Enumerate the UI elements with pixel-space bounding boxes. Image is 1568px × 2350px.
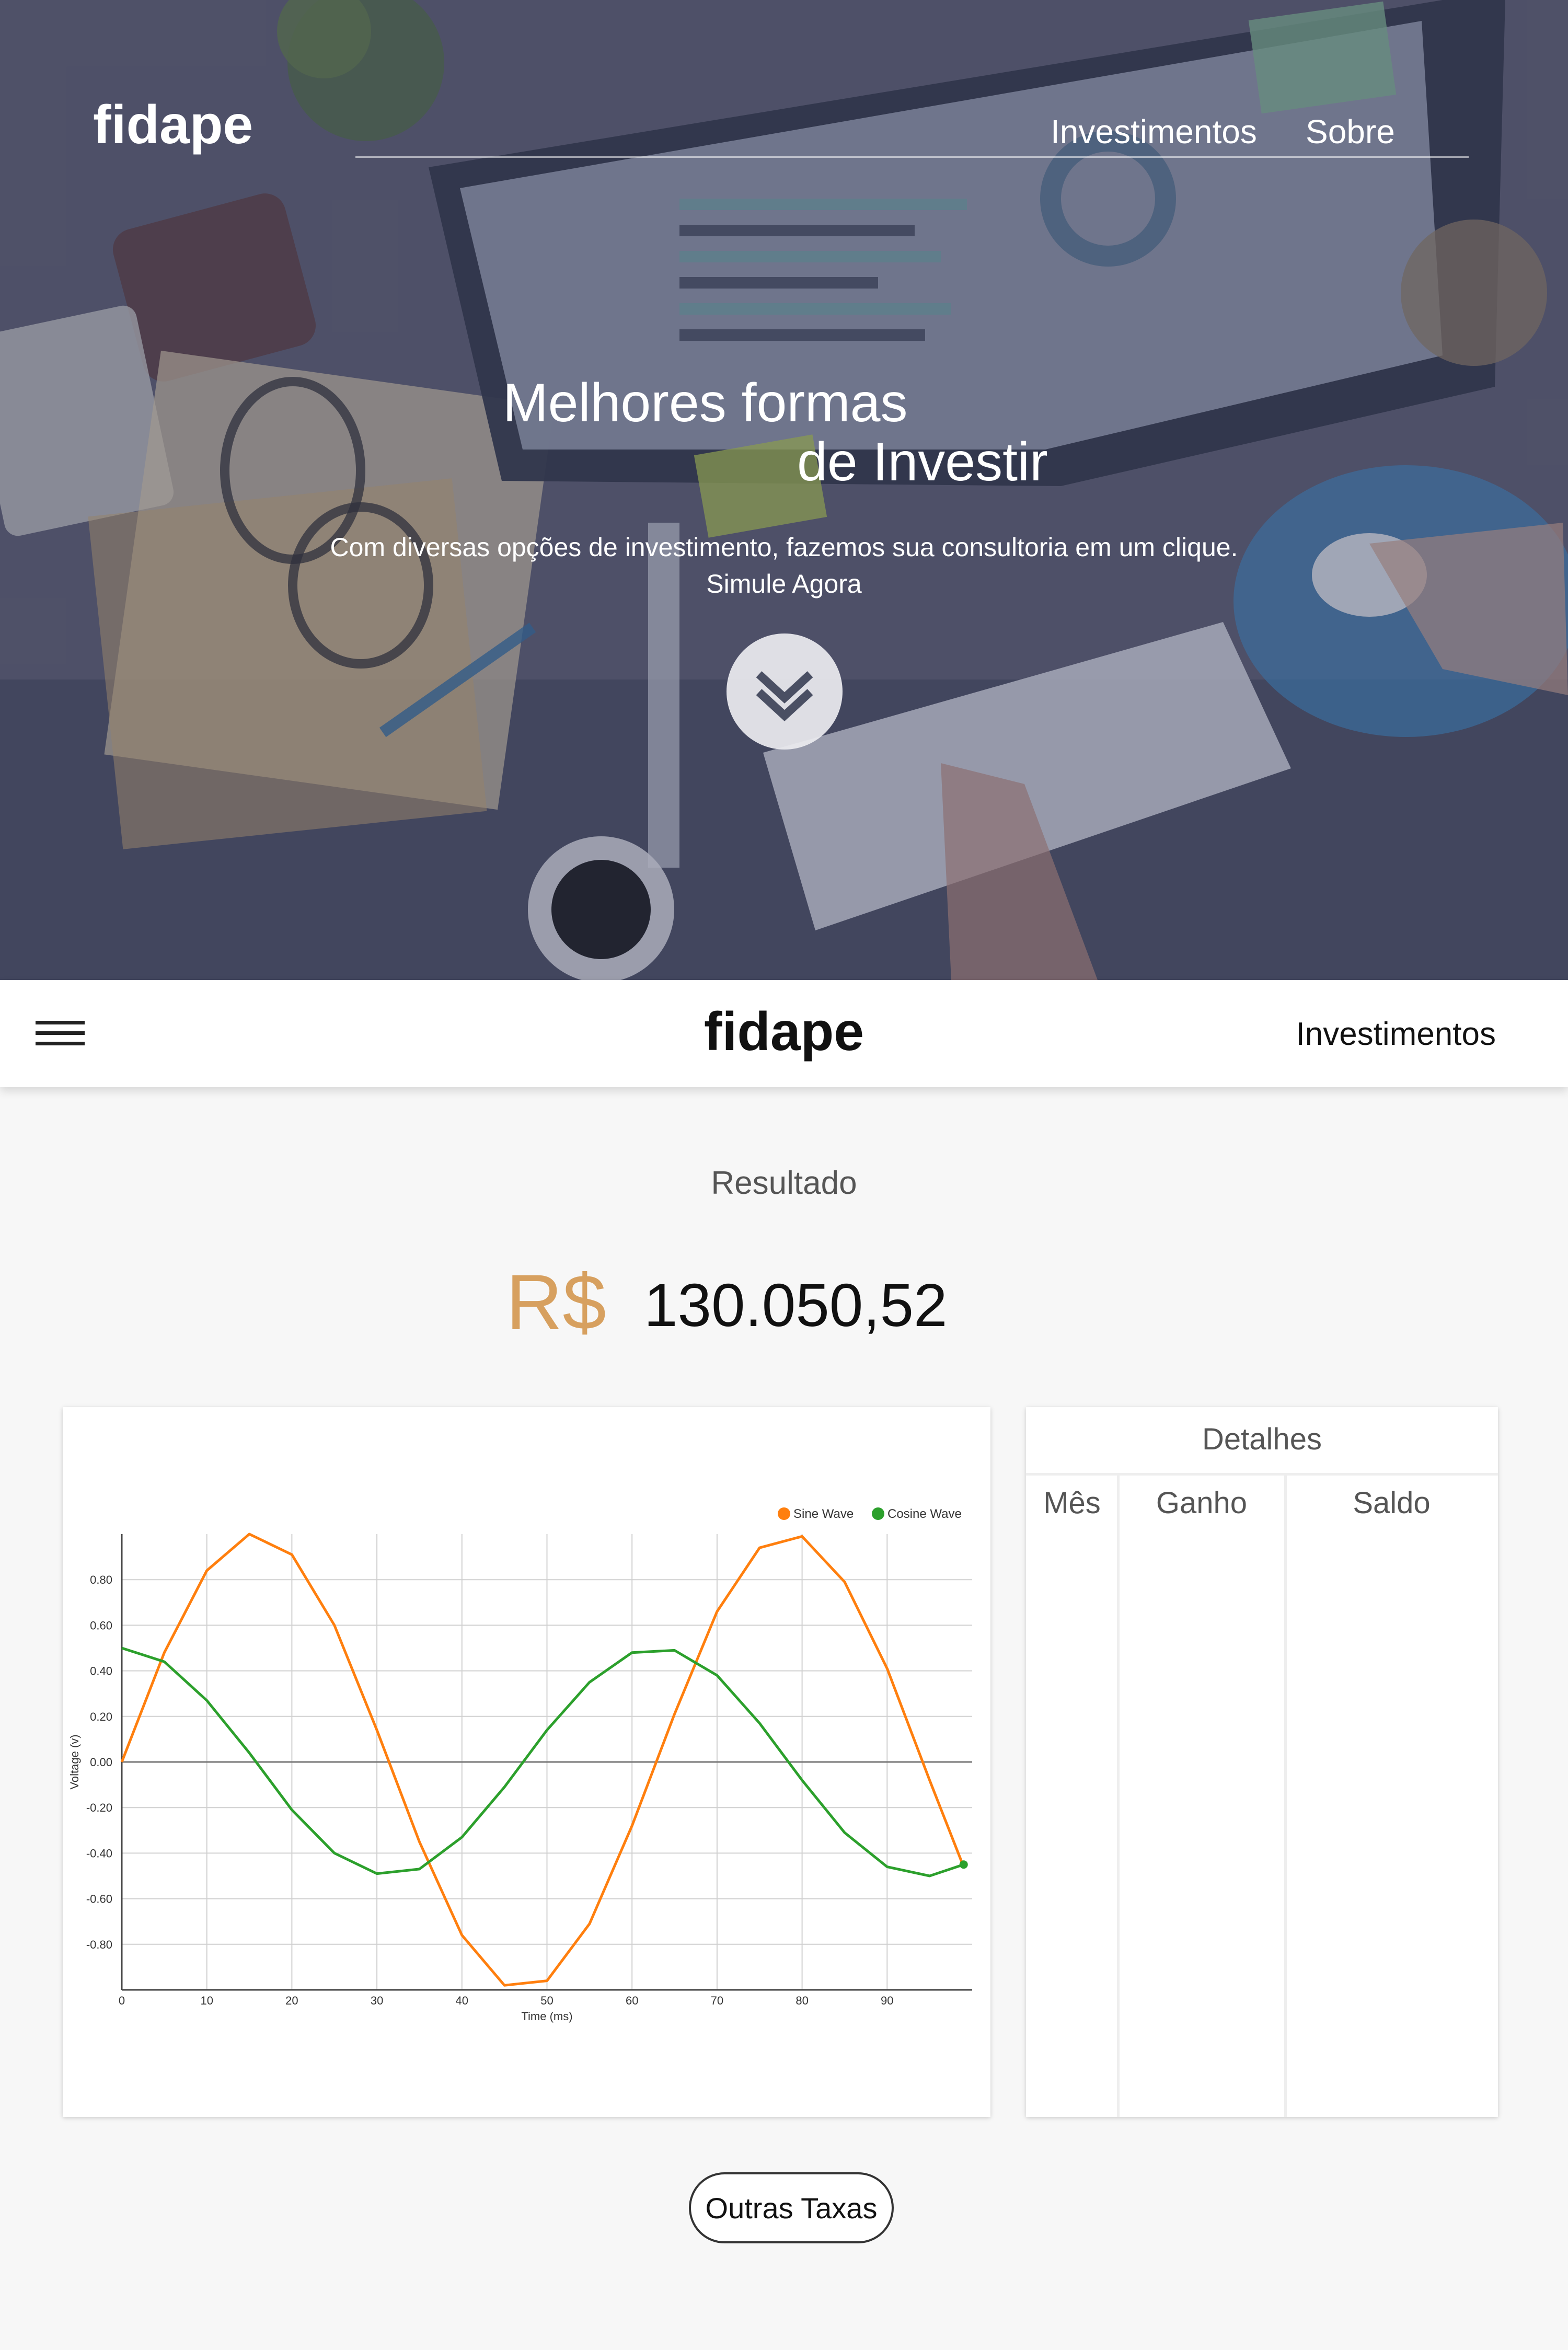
hero-logo[interactable]: fidape bbox=[93, 94, 253, 156]
y-tick-label: -0.40 bbox=[86, 1847, 112, 1860]
x-tick-label: 80 bbox=[795, 1994, 808, 2007]
scroll-down-button[interactable] bbox=[727, 633, 843, 750]
series-line-sine bbox=[120, 1533, 965, 1987]
x-tick-label: 40 bbox=[456, 1994, 468, 2007]
hero-title-line2: de Investir bbox=[797, 432, 1048, 492]
hero-title-line1: Melhores formas bbox=[503, 373, 908, 433]
y-tick-label: 0.60 bbox=[90, 1619, 112, 1632]
y-axis-label: Voltage (v) bbox=[68, 1734, 81, 1789]
column-header-mes: Mês bbox=[1043, 1486, 1101, 1520]
details-header-divider bbox=[1026, 1473, 1498, 1476]
hero-nav-divider bbox=[355, 156, 1469, 158]
y-tick-label: -0.60 bbox=[86, 1893, 112, 1906]
legend-label: Sine Wave bbox=[793, 1507, 854, 1521]
x-tick-label: 70 bbox=[711, 1994, 723, 2007]
y-tick-label: -0.80 bbox=[86, 1938, 112, 1951]
currency-symbol: R$ bbox=[506, 1258, 606, 1346]
result-label: Resultado bbox=[711, 1165, 857, 1201]
simulate-link[interactable]: Simule Agora bbox=[0, 569, 1568, 599]
outras-taxas-button[interactable]: Outras Taxas bbox=[689, 2172, 894, 2243]
top-navbar: fidape Investimentos bbox=[0, 980, 1568, 1087]
result-amount: 130.050,52 bbox=[644, 1271, 948, 1339]
legend-marker bbox=[872, 1507, 884, 1520]
y-tick-label: 0.20 bbox=[90, 1710, 112, 1723]
series-endpoint bbox=[959, 1860, 968, 1869]
column-divider bbox=[1117, 1476, 1120, 2117]
y-tick-label: 0.40 bbox=[90, 1665, 112, 1678]
navbar-link-investimentos[interactable]: Investimentos bbox=[1296, 1016, 1496, 1053]
details-title: Detalhes bbox=[1202, 1422, 1322, 1456]
chart-card: 0 10 20 30 40 50 60 70 80 90 0.80 0.60 0.40 0.20 0.00 -… bbox=[63, 1407, 990, 2117]
x-tick-label: 50 bbox=[540, 1994, 553, 2007]
hero-section: fidape Investimentos Sobre Melhores form… bbox=[0, 0, 1568, 980]
x-tick-label: 0 bbox=[119, 1994, 125, 2007]
y-tick-label: 0.00 bbox=[90, 1756, 112, 1769]
x-tick-label: 30 bbox=[371, 1994, 383, 2007]
details-table: Detalhes Mês Ganho Saldo bbox=[1026, 1407, 1498, 2117]
x-tick-label: 60 bbox=[626, 1994, 638, 2007]
x-axis-label: Time (ms) bbox=[521, 2010, 572, 2023]
column-divider bbox=[1284, 1476, 1287, 2117]
hero-subtitle: Com diversas opções de investimento, faz… bbox=[330, 533, 1238, 562]
legend-marker bbox=[778, 1507, 790, 1520]
hero-nav-investimentos[interactable]: Investimentos bbox=[1051, 112, 1257, 151]
x-tick-label: 90 bbox=[881, 1994, 893, 2007]
page: fidape Investimentos Sobre Melhores form… bbox=[0, 0, 1568, 2350]
double-chevron-down-icon bbox=[756, 671, 813, 721]
y-tick-label: 0.80 bbox=[90, 1573, 112, 1586]
y-tick-label: -0.20 bbox=[86, 1801, 112, 1814]
hero-nav-sobre[interactable]: Sobre bbox=[1306, 112, 1395, 151]
line-chart: 0 10 20 30 40 50 60 70 80 90 0.80 0.60 0.40 0.20 0.00 -… bbox=[68, 1507, 972, 2023]
column-header-ganho: Ganho bbox=[1156, 1486, 1248, 1520]
legend-label: Cosine Wave bbox=[887, 1507, 962, 1521]
column-header-saldo: Saldo bbox=[1353, 1486, 1431, 1520]
x-tick-label: 20 bbox=[285, 1994, 298, 2007]
x-tick-label: 10 bbox=[200, 1994, 213, 2007]
